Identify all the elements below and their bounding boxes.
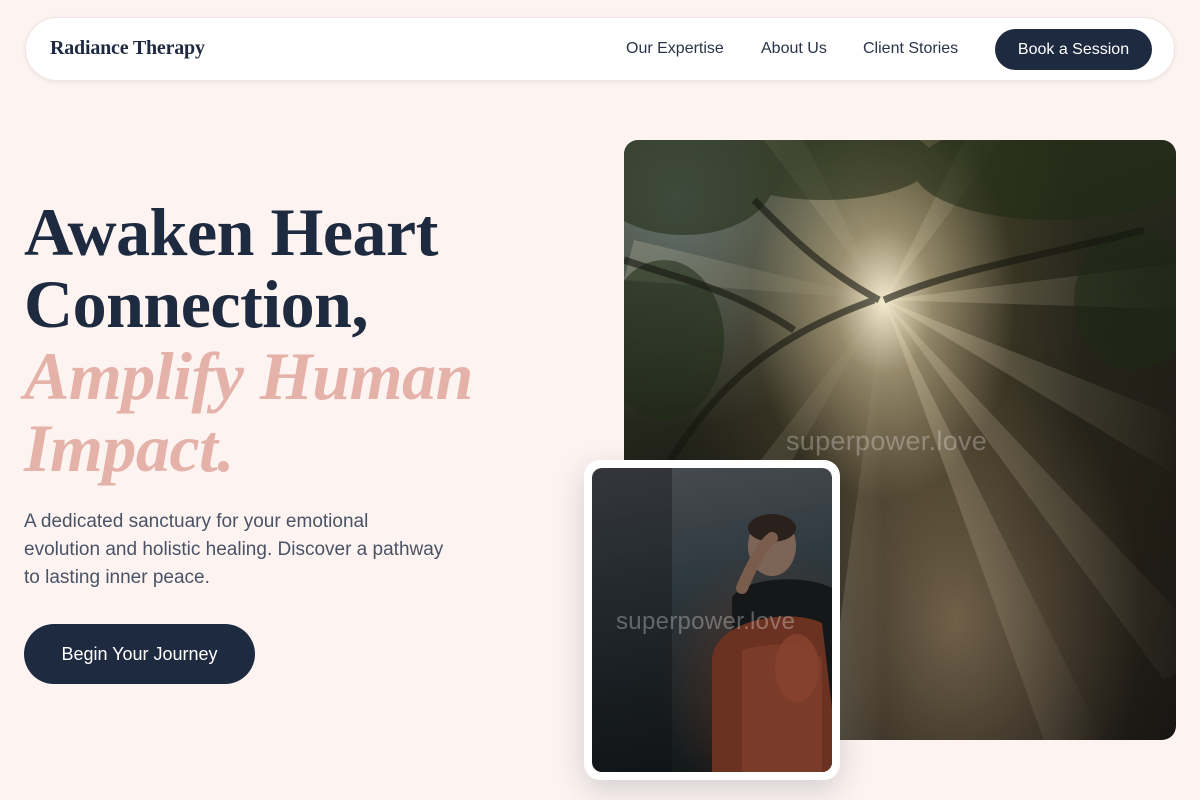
hero-headline: Awaken Heart Connection, Amplify Human I…: [24, 196, 584, 484]
man-on-armchair-image: superpower.love: [592, 468, 832, 772]
headline-line-2: Connection,: [24, 266, 368, 342]
nav-link-our-expertise[interactable]: Our Expertise: [626, 40, 724, 58]
hero-image-watermark: superpower.love: [786, 426, 988, 456]
brand-logo[interactable]: Radiance Therapy: [50, 37, 205, 60]
portrait-card: superpower.love: [584, 460, 840, 780]
headline-line-1: Awaken Heart: [24, 194, 438, 270]
begin-journey-button[interactable]: Begin Your Journey: [24, 624, 255, 684]
top-navbar: Radiance Therapy Our Expertise About Us …: [25, 17, 1175, 81]
nav-link-client-stories[interactable]: Client Stories: [863, 40, 958, 58]
headline-accent-line-1: Amplify Human: [24, 338, 473, 414]
card-image-watermark: superpower.love: [616, 608, 796, 635]
nav-link-about-us[interactable]: About Us: [761, 40, 827, 58]
book-session-button[interactable]: Book a Session: [995, 29, 1152, 70]
armchair-arm: [775, 634, 819, 702]
headline-accent-line-2: Impact.: [24, 410, 234, 486]
hero-subtext: A dedicated sanctuary for your emotional…: [24, 511, 444, 588]
